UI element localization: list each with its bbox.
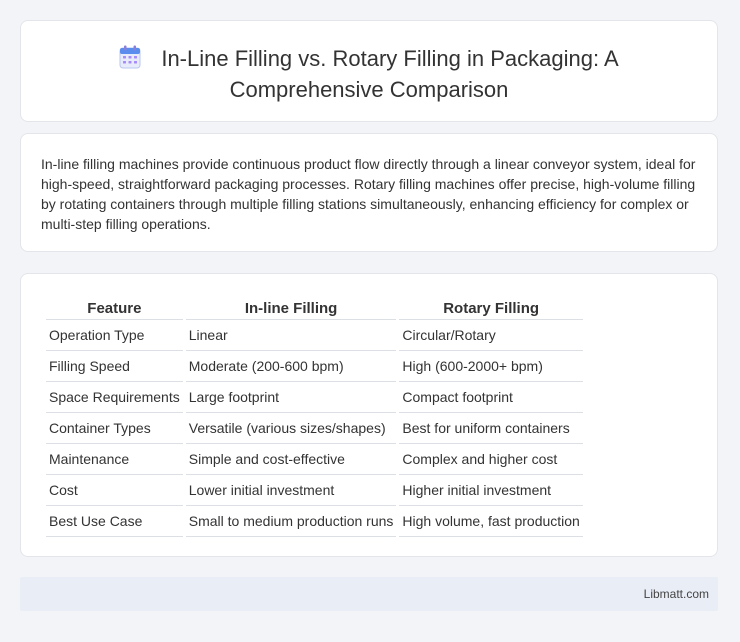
- intro-paragraph: In-line filling machines provide continu…: [41, 156, 696, 232]
- cell-feature: Space Requirements: [46, 382, 183, 413]
- cell-rotary: Best for uniform containers: [399, 413, 583, 444]
- table-row: Space Requirements Large footprint Compa…: [46, 382, 583, 413]
- footer-brand-link[interactable]: Libmatt.com: [644, 587, 709, 601]
- cell-feature: Container Types: [46, 413, 183, 444]
- table-row: Best Use Case Small to medium production…: [46, 506, 583, 537]
- cell-inline: Simple and cost-effective: [185, 444, 397, 475]
- cell-inline: Lower initial investment: [185, 475, 397, 506]
- comparison-table: Feature In-line Filling Rotary Filling O…: [43, 296, 586, 537]
- table-header-row: Feature In-line Filling Rotary Filling: [46, 296, 583, 320]
- cell-rotary: High (600-2000+ bpm): [399, 351, 583, 382]
- footer: Libmatt.com: [20, 577, 718, 611]
- cell-feature: Cost: [46, 475, 183, 506]
- cell-inline: Versatile (various sizes/shapes): [185, 413, 397, 444]
- title-line-1: In-Line Filling vs. Rotary Filling in Pa…: [161, 46, 619, 71]
- cell-rotary: High volume, fast production: [399, 506, 583, 537]
- header-rotary: Rotary Filling: [399, 296, 583, 320]
- table-row: Filling Speed Moderate (200-600 bpm) Hig…: [46, 351, 583, 382]
- cell-feature: Operation Type: [46, 320, 183, 351]
- header-feature: Feature: [46, 296, 183, 320]
- calendar-icon: [119, 45, 141, 76]
- cell-rotary: Higher initial investment: [399, 475, 583, 506]
- cell-inline: Moderate (200-600 bpm): [185, 351, 397, 382]
- title-card: In-Line Filling vs. Rotary Filling in Pa…: [20, 20, 718, 122]
- title-line-2: Comprehensive Comparison: [229, 77, 509, 102]
- table-row: Maintenance Simple and cost-effective Co…: [46, 444, 583, 475]
- cell-inline: Small to medium production runs: [185, 506, 397, 537]
- table-row: Cost Lower initial investment Higher ini…: [46, 475, 583, 506]
- cell-inline: Linear: [185, 320, 397, 351]
- cell-feature: Best Use Case: [46, 506, 183, 537]
- comparison-card: Feature In-line Filling Rotary Filling O…: [20, 273, 718, 557]
- cell-rotary: Compact footprint: [399, 382, 583, 413]
- cell-inline: Large footprint: [185, 382, 397, 413]
- cell-feature: Maintenance: [46, 444, 183, 475]
- page-title: In-Line Filling vs. Rotary Filling in Pa…: [21, 45, 717, 104]
- table-row: Container Types Versatile (various sizes…: [46, 413, 583, 444]
- cell-rotary: Complex and higher cost: [399, 444, 583, 475]
- cell-feature: Filling Speed: [46, 351, 183, 382]
- table-row: Operation Type Linear Circular/Rotary: [46, 320, 583, 351]
- cell-rotary: Circular/Rotary: [399, 320, 583, 351]
- intro-card: In-line filling machines provide continu…: [20, 133, 718, 252]
- header-inline: In-line Filling: [185, 296, 397, 320]
